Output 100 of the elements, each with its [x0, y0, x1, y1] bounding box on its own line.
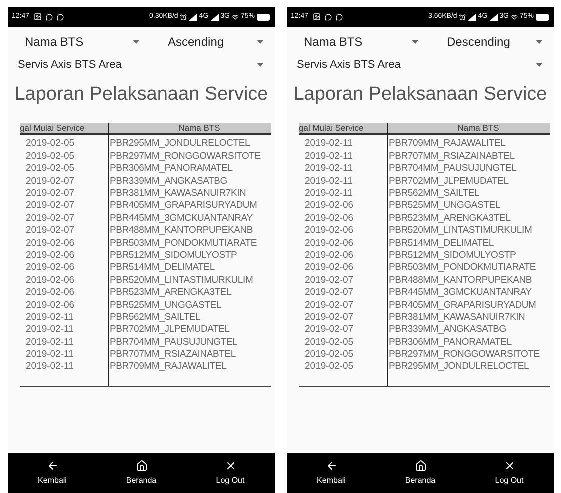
table-cell-text: 2019-02-07 [304, 325, 355, 335]
column-header: gal Mulai Service [299, 124, 365, 132]
home-icon [414, 460, 426, 472]
table-cell-text: 2019-02-06 [25, 288, 76, 298]
wifi-icon [232, 14, 239, 20]
table-cell-text: 2019-02-11 [304, 176, 354, 186]
table-cell-text: PBR520MM_LINTASTIMURKULIM [388, 226, 532, 236]
page-title: Laporan Pelaksanaan Service [14, 83, 270, 107]
sort-order-dropdown[interactable]: Ascending [146, 33, 270, 51]
table-cell-text: PBR562MM_SAILTEL [388, 189, 480, 198]
table-cell-text: PBR707MM_RSIAZAINABTEL [109, 350, 236, 360]
table-cell-text: 2019-02-07 [25, 226, 76, 236]
home-icon [136, 460, 148, 472]
table-cell-text: 2019-02-06 [304, 250, 355, 260]
table-cell-text: PBR709MM_RAJAWALITEL [109, 362, 227, 372]
table-cell-text: 2019-02-05 [304, 362, 355, 372]
table-cell-text: PBR405MM_GRAPARISURYADUM [109, 201, 258, 211]
signal-icon [468, 14, 476, 20]
nav-button[interactable]: Log Out [200, 460, 260, 486]
table-cell-text: PBR445MM_3GMCKUANTANRAY [388, 288, 532, 298]
signal-icon [490, 14, 498, 20]
table-cell-text: PBR702MM_JLPEMUDATEL [388, 176, 509, 186]
table-cell-text: 2019-02-07 [25, 201, 76, 211]
caret-icon [133, 40, 140, 44]
nav-button[interactable]: Beranda [390, 460, 450, 486]
table-cell-text: PBR514MM_DELIMATEL [388, 238, 494, 248]
nav-button[interactable]: Log Out [480, 460, 540, 486]
table-cell-text: PBR295MM_JONDULRELOCTEL [388, 362, 530, 372]
table-cell-text: 2019-02-06 [25, 250, 76, 260]
table-cell-text: PBR520MM_LINTASTIMURKULIM [109, 276, 254, 286]
sort-order-dropdown[interactable]: Descending [425, 33, 549, 51]
table-cell-text: PBR339MM_ANGKASATBG [388, 325, 506, 335]
image-icon [34, 13, 42, 21]
table-cell-text: PBR381MM_KAWASANUIR7KIN [109, 189, 246, 198]
table-cell-text: PBR295MM_JONDULRELOCTEL [109, 139, 250, 149]
table-cell-text: 2019-02-07 [25, 176, 76, 186]
signal-icon [210, 14, 219, 20]
table-cell-text: 2019-02-05 [304, 350, 355, 360]
sort-field-dropdown[interactable]: Nama BTS [8, 33, 146, 51]
table-cell-text: PBR512MM_SIDOMULYOSTP [109, 250, 238, 260]
table-cell-text: PBR445MM_3GMCKUANTANRAY [109, 214, 253, 224]
signal-icon [189, 14, 198, 20]
table-cell-text: PBR503MM_PONDOKMUTIARATE [388, 263, 536, 273]
table-cell-text: 2019-02-06 [25, 238, 76, 248]
table-cell-text: 2019-02-07 [304, 300, 355, 310]
table-cell-text: 2019-02-11 [25, 338, 75, 348]
table-cell-text: 2019-02-07 [304, 288, 355, 298]
area-dropdown[interactable]: Servis Axis BTS Area [287, 55, 554, 75]
table-cell-text: PBR525MM_UNGGASTEL [109, 300, 222, 310]
nav-button[interactable]: Beranda [112, 460, 172, 486]
table-cell-text: 2019-02-06 [304, 238, 355, 248]
caret-icon [257, 40, 264, 44]
caret-icon [257, 63, 264, 67]
table-cell-text: 2019-02-07 [25, 189, 76, 198]
table-cell-text: 2019-02-11 [25, 325, 75, 335]
image-icon [312, 13, 321, 21]
table-cell-text: 2019-02-06 [25, 276, 76, 286]
nav-button[interactable]: Kembali [22, 460, 82, 486]
table-cell-text: PBR514MM_DELIMATEL [109, 263, 215, 273]
table-cell-text: PBR704MM_PAUSUJUNGTEL [388, 164, 517, 174]
arrow-left-icon [326, 460, 338, 472]
table-cell-text: 2019-02-06 [304, 263, 355, 273]
caret-icon [536, 40, 543, 44]
table-cell-text: PBR707MM_RSIAZAINABTEL [388, 152, 516, 162]
column-header: Nama BTS [456, 124, 500, 132]
table-cell-text: 2019-02-07 [25, 214, 76, 224]
table-cell-text: PBR381MM_KAWASANUIR7KIN [388, 312, 526, 322]
column-header: gal Mulai Service [20, 124, 86, 132]
battery-icon [536, 14, 550, 20]
table-cell-text: 2019-02-06 [304, 201, 355, 211]
table-cell-text: PBR709MM_RAJAWALITEL [388, 139, 506, 149]
alarm-icon [180, 14, 188, 20]
table-cell-text: 2019-02-11 [304, 152, 354, 162]
table-cell-text: 2019-02-06 [304, 214, 355, 224]
table-cell-text: 2019-02-11 [25, 312, 75, 322]
table-cell-text: PBR512MM_SIDOMULYOSTP [388, 250, 516, 260]
area-dropdown[interactable]: Servis Axis BTS Area [8, 55, 275, 75]
table-cell-text: PBR339MM_ANGKASATBG [109, 176, 228, 186]
table-cell-text: PBR523MM_ARENGKA3TEL [109, 288, 232, 298]
table-cell-text: PBR297MM_RONGGOWARSITOTE [388, 350, 540, 360]
alarm-icon [459, 14, 466, 20]
table-cell-text: PBR704MM_PAUSUJUNGTEL [109, 338, 238, 348]
table-cell-text: PBR503MM_PONDOKMUTIARATE [109, 238, 258, 248]
battery-icon [257, 14, 271, 20]
table-cell-text: 2019-02-05 [25, 139, 76, 149]
table-cell-text: 2019-02-11 [304, 139, 354, 149]
table-cell-text: 2019-02-11 [304, 164, 354, 174]
table-cell-text: PBR702MM_JLPEMUDATEL [109, 325, 230, 335]
table-cell-text: PBR488MM_KANTORPUPEKANB [109, 226, 254, 236]
table-cell-text: 2019-02-06 [25, 300, 76, 310]
nav-button[interactable]: Kembali [302, 460, 362, 486]
table-cell-text: PBR523MM_ARENGKA3TEL [388, 214, 511, 224]
sort-field-dropdown[interactable]: Nama BTS [287, 33, 425, 51]
table-cell-text: 2019-02-05 [25, 164, 76, 174]
table-cell-text: PBR306MM_PANORAMATEL [109, 164, 233, 174]
caret-icon [412, 40, 419, 44]
wifi-icon [510, 14, 518, 20]
caret-icon [536, 63, 543, 67]
close-icon [504, 460, 516, 472]
close-icon [224, 460, 236, 472]
